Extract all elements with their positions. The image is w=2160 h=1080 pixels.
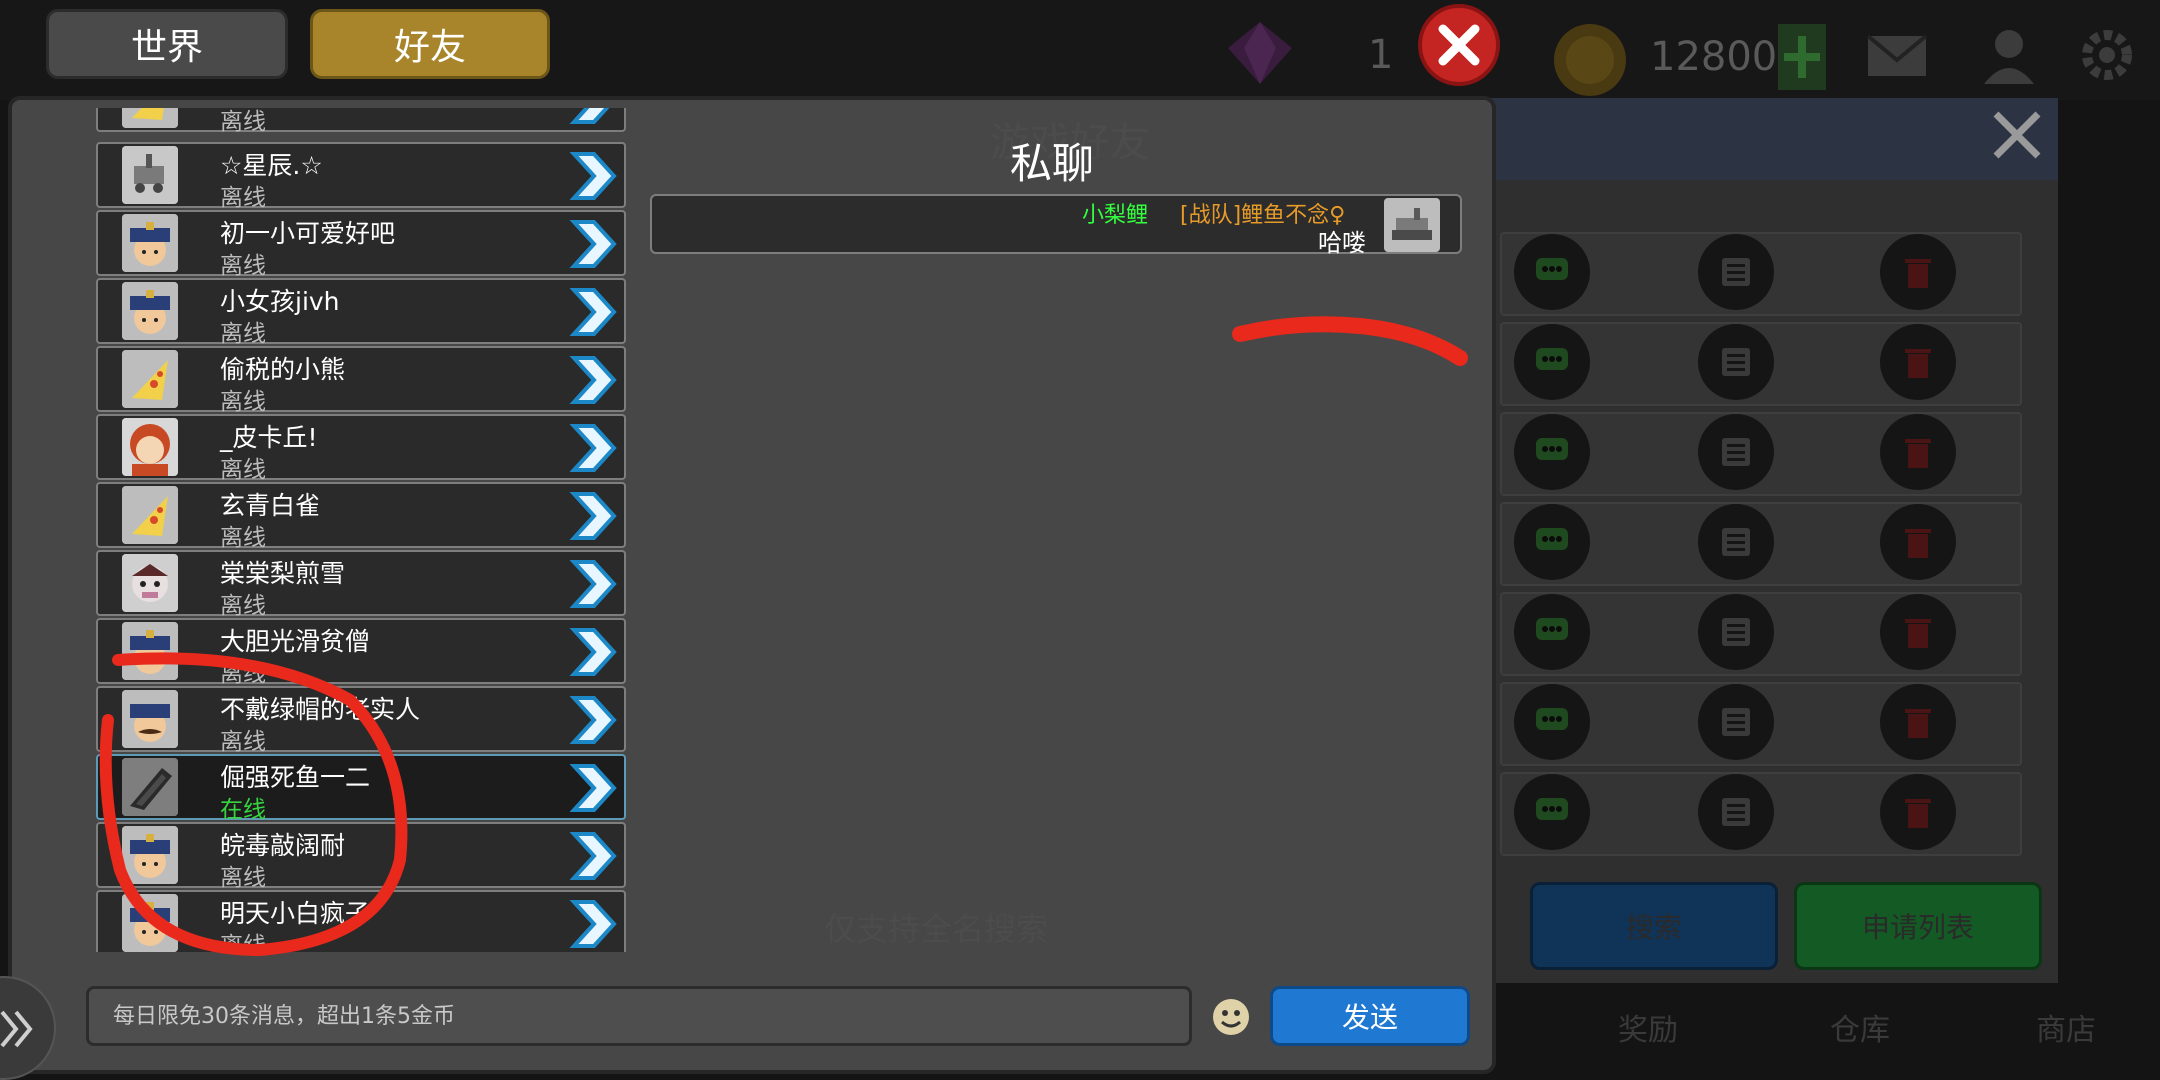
red-annotation-marks bbox=[99, 316, 1468, 957]
red-circle-mark bbox=[99, 652, 408, 957]
red-underline-mark bbox=[1232, 316, 1468, 366]
